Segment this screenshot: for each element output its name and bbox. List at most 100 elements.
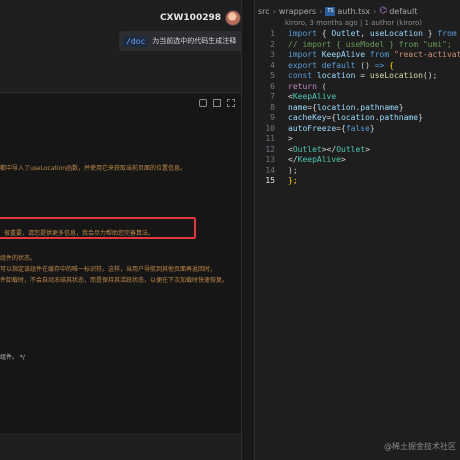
chat-panel: CXW100298 /doc 为当前选中的代码生成注释 都中导入了useLoca… [0, 0, 241, 460]
code-token: KeepAlive [297, 155, 341, 164]
typescript-file-icon: TS [325, 6, 336, 16]
code-token: // import { useModel } from "umi"; [288, 39, 452, 49]
avatar [225, 10, 241, 26]
code-area[interactable]: 1 import { Outlet, useLocation } from "um… [255, 29, 460, 187]
chevron-right-icon: › [272, 6, 276, 16]
chat-username: CXW100298 [159, 13, 221, 23]
insert-icon[interactable] [213, 99, 221, 107]
code-text: </KeepAlive> [288, 155, 346, 166]
panel-divider[interactable] [241, 0, 255, 460]
response-line: 可以指定该组件在缓存中的唯一标识符。这样，当用户导航到其他页面再返回时， [0, 266, 217, 273]
code-token: KeepAlive [292, 92, 337, 101]
code-token: } [422, 29, 438, 38]
code-token: const [288, 71, 317, 80]
new-file-icon[interactable] [227, 99, 235, 107]
code-token: import [288, 50, 322, 59]
code-token: ); [288, 165, 298, 175]
card-toolbar [199, 99, 235, 107]
code-text: }; [288, 176, 298, 187]
code-text: const location = useLocation(); [288, 71, 437, 82]
code-token: Outlet [331, 29, 361, 38]
code-token: ={ [307, 102, 317, 112]
code-line[interactable]: 9 cacheKey={location.pathname} [255, 113, 460, 124]
code-line[interactable]: 11 > [255, 134, 460, 145]
line-number: 3 [270, 50, 275, 59]
code-token: > [341, 155, 346, 164]
code-token: Outlet [292, 144, 322, 154]
code-token: Outlet [336, 144, 366, 154]
code-token: cacheKey [288, 113, 327, 122]
code-token: > [288, 134, 293, 143]
code-line[interactable]: 6 return ( [255, 82, 460, 93]
code-token: ={ [336, 123, 346, 133]
code-token: from [369, 50, 394, 59]
code-line[interactable]: 12 <Outlet></Outlet> [255, 145, 460, 156]
code-text: // import { useModel } from "umi"; [288, 40, 452, 51]
line-number: 4 [270, 60, 275, 70]
code-token: ></ [321, 144, 337, 154]
chat-request-bubble: /doc 为当前选中的代码生成注释 [119, 31, 241, 51]
code-token: location [316, 102, 356, 112]
copy-icon[interactable] [199, 99, 207, 107]
line-number: 10 [265, 123, 275, 133]
code-line[interactable]: 3 import KeepAlive from "react-activation… [255, 50, 460, 61]
code-text: export default () => { [288, 61, 394, 72]
chat-user-row: CXW100298 [160, 10, 241, 26]
response-card [0, 92, 241, 433]
breadcrumb-item-symbol[interactable]: default [389, 7, 417, 16]
code-token: ={ [326, 113, 337, 122]
code-line[interactable]: 14 ); [255, 166, 460, 177]
code-token: (); [422, 71, 438, 80]
slash-command: /doc [123, 35, 149, 47]
code-token: = [360, 71, 370, 80]
code-token: useLocation [369, 71, 423, 80]
line-number: 5 [270, 71, 275, 80]
code-token: false [345, 123, 370, 133]
code-line[interactable]: 4 export default () => { [255, 61, 460, 72]
response-line: 件卸载时，不会自动冻结其状态，而是保持其活跃状态，以便在下次加载时快速恢复。 [0, 277, 229, 284]
editor-panel: src › wrappers › TS auth.tsx › ⌬ default… [255, 0, 460, 460]
code-line[interactable]: 15}; [255, 176, 460, 187]
code-token: from [437, 29, 460, 38]
code-token: pathname [360, 102, 399, 112]
code-token: "react-activation" [393, 50, 460, 59]
code-token: > [365, 144, 370, 154]
code-token: ( [321, 81, 327, 91]
code-line[interactable]: 2 // import { useModel } from "umi"; [255, 40, 460, 51]
code-text: autoFreeze={false} [288, 124, 375, 135]
code-line[interactable]: 13 </KeepAlive> [255, 155, 460, 166]
code-text: > [288, 134, 293, 145]
code-token: useLocation [369, 29, 423, 38]
breadcrumb-item-wrappers[interactable]: wrappers [279, 7, 316, 16]
chat-request-text: 为当前选中的代码生成注释 [152, 37, 237, 45]
code-token: } [418, 113, 423, 122]
code-token: return [288, 81, 322, 91]
code-token: name [288, 102, 308, 112]
symbol-icon: ⌬ [379, 6, 388, 16]
code-text: <Outlet></Outlet> [288, 145, 370, 156]
code-token: export default [288, 60, 361, 70]
code-line[interactable]: 5 const location = useLocation(); [255, 71, 460, 82]
code-token: , [360, 29, 370, 38]
code-token: KeepAlive [321, 50, 370, 59]
line-number: 7 [270, 92, 275, 101]
line-number: 15 [265, 176, 275, 185]
breadcrumb-item-src[interactable]: src [258, 7, 270, 16]
code-text: import KeepAlive from "react-activation"… [288, 50, 460, 61]
code-token: }; [288, 176, 298, 185]
chevron-right-icon: › [373, 6, 377, 16]
code-token: } [398, 102, 404, 112]
code-token: pathname [379, 113, 419, 122]
code-token: { [389, 60, 394, 70]
line-number: 9 [270, 113, 275, 122]
code-line[interactable]: 1 import { Outlet, useLocation } from "um… [255, 29, 460, 40]
response-line-highlighted: 很重要，请您提供更多信息，我会尽力帮助您完善算法。 [4, 230, 155, 237]
line-number: 13 [265, 155, 275, 164]
code-line[interactable]: 7 <KeepAlive [255, 92, 460, 103]
code-text: return ( [288, 82, 327, 93]
code-line[interactable]: 8 name={location.pathname} [255, 103, 460, 114]
breadcrumb-item-file[interactable]: auth.tsx [337, 7, 370, 16]
code-line[interactable]: 10 autoFreeze={false} [255, 124, 460, 135]
line-number: 1 [270, 29, 275, 38]
line-number: 2 [270, 39, 275, 49]
